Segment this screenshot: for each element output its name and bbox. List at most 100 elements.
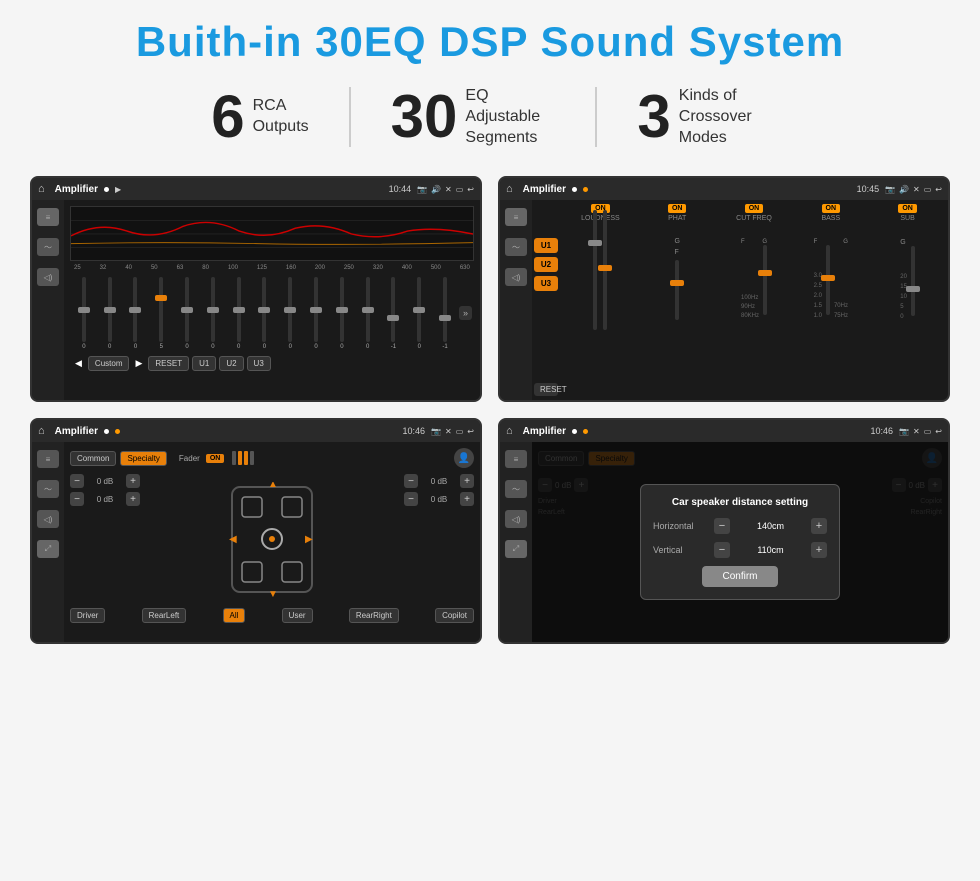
sidebar-eq-icon-2[interactable]: ≡ — [505, 208, 527, 226]
loudness-slider-l[interactable] — [593, 210, 597, 330]
sidebar-eq-icon-4[interactable]: ≡ — [505, 450, 527, 468]
freq-125: 125 — [257, 265, 267, 271]
eq-slider-5[interactable]: 0 — [201, 277, 225, 350]
fader-on[interactable]: ON — [206, 454, 225, 463]
back-icon-2[interactable]: ↩ — [935, 185, 942, 194]
eq-prev-btn[interactable]: ◀ — [72, 358, 85, 369]
topbar-4: ⌂ Amplifier 10:46 📷 ✕ ▭ ↩ — [500, 420, 948, 442]
eq-slider-0[interactable]: 0 — [72, 277, 96, 350]
back-icon-1[interactable]: ↩ — [467, 185, 474, 194]
confirm-button[interactable]: Confirm — [702, 566, 777, 587]
cutfreq-slider[interactable] — [763, 245, 767, 315]
bass-on[interactable]: ON — [822, 204, 841, 213]
u-selector: U1 U2 U3 RESET — [532, 200, 560, 400]
eq-slider-10[interactable]: 0 — [330, 277, 354, 350]
camera-icon-1: 📷 — [417, 185, 427, 194]
plus-tl[interactable]: + — [126, 474, 140, 488]
db-val-tr: 0 dB — [421, 477, 457, 486]
topbar-app-1: Amplifier — [55, 184, 98, 195]
minus-tl[interactable]: − — [70, 474, 84, 488]
screen-eq-main: ⌂ Amplifier ▶ 10:44 📷 🔊 ✕ ▭ ↩ ≡ 〜 ◁) — [30, 176, 482, 402]
rearleft-btn[interactable]: RearLeft — [142, 608, 187, 623]
user-btn[interactable]: User — [282, 608, 313, 623]
cutfreq-on[interactable]: ON — [745, 204, 764, 213]
bass-slider[interactable] — [826, 245, 830, 315]
home-icon-3[interactable]: ⌂ — [38, 425, 45, 437]
eq-more-arrow[interactable]: » — [459, 306, 472, 320]
minus-bl[interactable]: − — [70, 492, 84, 506]
eq-slider-2[interactable]: 0 — [124, 277, 148, 350]
sidebar-wave-icon[interactable]: 〜 — [37, 238, 59, 256]
horizontal-plus[interactable]: + — [811, 518, 827, 534]
copilot-btn[interactable]: Copilot — [435, 608, 474, 623]
sidebar-eq-icon[interactable]: ≡ — [37, 208, 59, 226]
eq2-reset-btn[interactable]: RESET — [534, 383, 558, 396]
common-btn[interactable]: Common — [70, 451, 116, 466]
horizontal-minus[interactable]: − — [714, 518, 730, 534]
u1-button[interactable]: U1 — [534, 238, 558, 253]
eq-u1-btn[interactable]: U1 — [192, 356, 216, 371]
sidebar-speaker-icon[interactable]: ◁) — [37, 268, 59, 286]
plus-br[interactable]: + — [460, 492, 474, 506]
rearright-btn[interactable]: RearRight — [349, 608, 399, 623]
loudness-slider-r[interactable] — [603, 210, 607, 330]
home-icon-2[interactable]: ⌂ — [506, 183, 513, 195]
eq-slider-7[interactable]: 0 — [253, 277, 277, 350]
eq-reset-btn[interactable]: RESET — [148, 356, 189, 371]
eq-slider-14[interactable]: -1 — [433, 277, 457, 350]
sidebar-wave-icon-4[interactable]: 〜 — [505, 480, 527, 498]
minus-tr[interactable]: − — [404, 474, 418, 488]
bass-col: ON BASS FG 3.02.52.01.51.0 — [794, 204, 867, 334]
eq-slider-6[interactable]: 0 — [227, 277, 251, 350]
plus-bl[interactable]: + — [126, 492, 140, 506]
vertical-row: Vertical − 110cm + — [653, 542, 827, 558]
eq-u2-btn[interactable]: U2 — [219, 356, 243, 371]
sidebar-vol-icon-4[interactable]: ◁) — [505, 510, 527, 528]
sidebar-expand-icon-3[interactable]: ⤢ — [37, 540, 59, 558]
person-icon[interactable]: 👤 — [454, 448, 474, 468]
driver-btn[interactable]: Driver — [70, 608, 105, 623]
sidebar-wave-icon-2[interactable]: 〜 — [505, 238, 527, 256]
u3-button[interactable]: U3 — [534, 276, 558, 291]
plus-tr[interactable]: + — [460, 474, 474, 488]
sidebar-speaker-icon-2[interactable]: ◁) — [505, 268, 527, 286]
eq-next-btn[interactable]: ▶ — [132, 358, 145, 369]
eq-slider-3[interactable]: 5 — [149, 277, 173, 350]
eq-custom-btn[interactable]: Custom — [88, 356, 130, 371]
u2-button[interactable]: U2 — [534, 257, 558, 272]
specialty-btn[interactable]: Specialty — [120, 451, 166, 466]
volume-icon-2: 🔊 — [899, 185, 909, 194]
phat-slider[interactable] — [675, 260, 679, 320]
eq-slider-4[interactable]: 0 — [175, 277, 199, 350]
all-btn[interactable]: All — [223, 608, 246, 623]
eq-slider-8[interactable]: 0 — [278, 277, 302, 350]
sidebar-eq-icon-3[interactable]: ≡ — [37, 450, 59, 468]
back-icon-3[interactable]: ↩ — [467, 427, 474, 436]
sub-on[interactable]: ON — [898, 204, 917, 213]
sidebar-wave-icon-3[interactable]: 〜 — [37, 480, 59, 498]
sub-slider[interactable] — [911, 246, 915, 316]
eq-slider-11[interactable]: 0 — [356, 277, 380, 350]
window-icon-2: ▭ — [924, 185, 932, 194]
back-icon-4[interactable]: ↩ — [935, 427, 942, 436]
eq-slider-13[interactable]: 0 — [407, 277, 431, 350]
home-icon-4[interactable]: ⌂ — [506, 425, 513, 437]
eq-sliders: 0 0 0 5 0 — [70, 273, 474, 353]
eq-slider-1[interactable]: 0 — [98, 277, 122, 350]
freq-63: 63 — [177, 265, 184, 271]
eq-slider-9[interactable]: 0 — [304, 277, 328, 350]
topbar-1: ⌂ Amplifier ▶ 10:44 📷 🔊 ✕ ▭ ↩ — [32, 178, 480, 200]
sidebar-vol-icon-3[interactable]: ◁) — [37, 510, 59, 528]
sidebar-expand-icon-4[interactable]: ⤢ — [505, 540, 527, 558]
minus-br[interactable]: − — [404, 492, 418, 506]
fader-slider[interactable] — [232, 451, 254, 465]
eq-u3-btn[interactable]: U3 — [247, 356, 271, 371]
vertical-plus[interactable]: + — [811, 542, 827, 558]
dialog-overlay: Car speaker distance setting Horizontal … — [532, 442, 948, 642]
home-icon[interactable]: ⌂ — [38, 183, 45, 195]
eq-slider-12[interactable]: -1 — [382, 277, 406, 350]
vertical-minus[interactable]: − — [714, 542, 730, 558]
distance-dialog: Car speaker distance setting Horizontal … — [640, 484, 840, 600]
topbar-time-4: 10:46 — [871, 426, 894, 436]
phat-on[interactable]: ON — [668, 204, 687, 213]
